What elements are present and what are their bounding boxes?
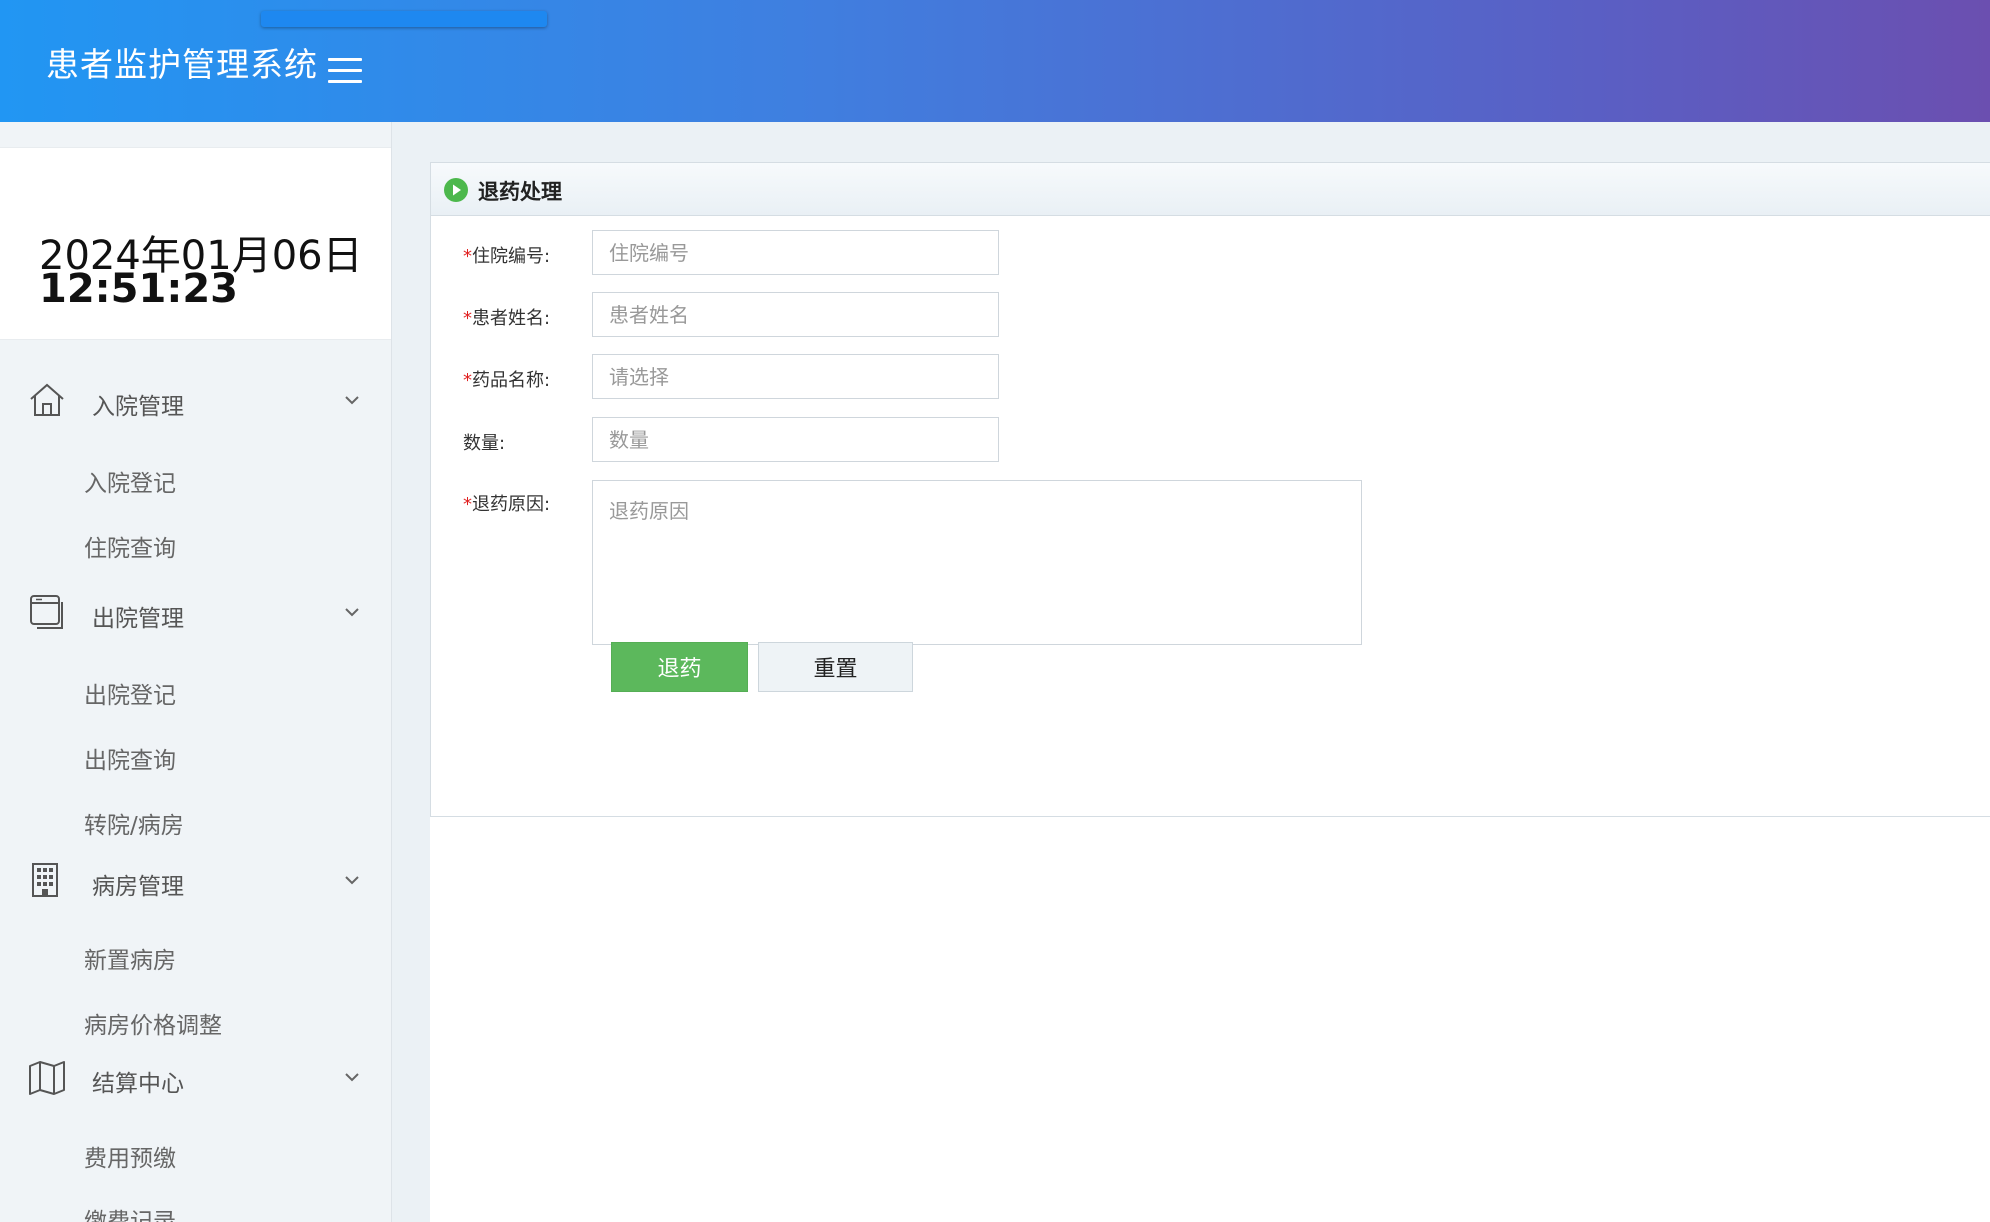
return-drug-button[interactable]: 退药 <box>611 642 748 692</box>
sidebar-item-discharge-query[interactable]: 出院查询 <box>84 741 176 775</box>
panel-header: 退药处理 <box>431 162 1990 216</box>
chevron-down-icon <box>345 608 359 617</box>
hospital-number-input[interactable] <box>592 230 999 275</box>
building-icon <box>32 863 58 897</box>
hamburger-icon[interactable] <box>328 58 362 84</box>
required-mark: * <box>463 308 472 329</box>
home-icon <box>30 383 64 416</box>
sidebar-item-transfer-ward[interactable]: 转院/病房 <box>84 806 184 840</box>
window-icon <box>30 595 63 629</box>
panel-title: 退药处理 <box>478 180 562 204</box>
required-mark: * <box>463 370 472 391</box>
required-mark: * <box>463 494 472 515</box>
sidebar-item-new-ward[interactable]: 新置病房 <box>84 941 176 975</box>
sidebar-item-ward-price[interactable]: 病房价格调整 <box>84 1006 222 1040</box>
hospital-number-label: *住院编号: <box>463 246 551 267</box>
quantity-input[interactable] <box>592 417 999 462</box>
play-circle-icon <box>444 178 468 202</box>
quantity-label: 数量: <box>463 433 506 454</box>
patient-name-input[interactable] <box>592 292 999 337</box>
sidebar: 2024年01月06日 12:51:23 入院管理 入院登记 住院查询 出院管理… <box>0 122 392 1222</box>
reset-button[interactable]: 重置 <box>758 642 913 692</box>
sidebar-item-prepay[interactable]: 费用预缴 <box>84 1139 176 1173</box>
sidebar-group-label: 入院管理 <box>92 394 184 420</box>
chevron-down-icon <box>345 396 359 405</box>
clock-time: 12:51:23 <box>39 266 238 312</box>
sidebar-group-label: 病房管理 <box>92 874 184 900</box>
drug-name-label: *药品名称: <box>463 370 551 391</box>
drug-return-panel: 退药处理 *住院编号: *患者姓名: *药品名称: 数量: *退药原因: 退药 … <box>430 162 1990 817</box>
top-header: 患者监护管理系统 <box>0 0 1990 122</box>
sidebar-item-inpatient-query[interactable]: 住院查询 <box>84 529 176 563</box>
return-reason-textarea[interactable] <box>592 480 1362 645</box>
sidebar-group-label: 出院管理 <box>92 606 184 632</box>
sidebar-group-admission[interactable]: 入院管理 <box>0 365 391 435</box>
loading-bar <box>261 11 547 27</box>
drug-name-select[interactable] <box>592 354 999 399</box>
required-mark: * <box>463 246 472 267</box>
content-left-strip <box>392 122 430 1222</box>
patient-name-label: *患者姓名: <box>463 308 551 329</box>
sidebar-item-payment-records[interactable]: 缴费记录 <box>84 1202 176 1222</box>
return-reason-label: *退药原因: <box>463 494 551 515</box>
clock-card: 2024年01月06日 12:51:23 <box>0 147 391 340</box>
sidebar-group-ward[interactable]: 病房管理 <box>0 845 391 915</box>
app-title: 患者监护管理系统 <box>46 45 318 84</box>
sidebar-group-settlement[interactable]: 结算中心 <box>0 1042 391 1112</box>
sidebar-group-label: 结算中心 <box>92 1071 184 1097</box>
sidebar-group-discharge[interactable]: 出院管理 <box>0 577 391 647</box>
sidebar-item-discharge-register[interactable]: 出院登记 <box>84 676 176 710</box>
main-content: 退药处理 *住院编号: *患者姓名: *药品名称: 数量: *退药原因: 退药 … <box>392 122 1990 1222</box>
chevron-down-icon <box>345 876 359 885</box>
content-top-strip <box>392 122 1990 162</box>
sidebar-item-admission-register[interactable]: 入院登记 <box>84 464 176 498</box>
chevron-down-icon <box>345 1073 359 1082</box>
map-icon <box>29 1061 65 1095</box>
